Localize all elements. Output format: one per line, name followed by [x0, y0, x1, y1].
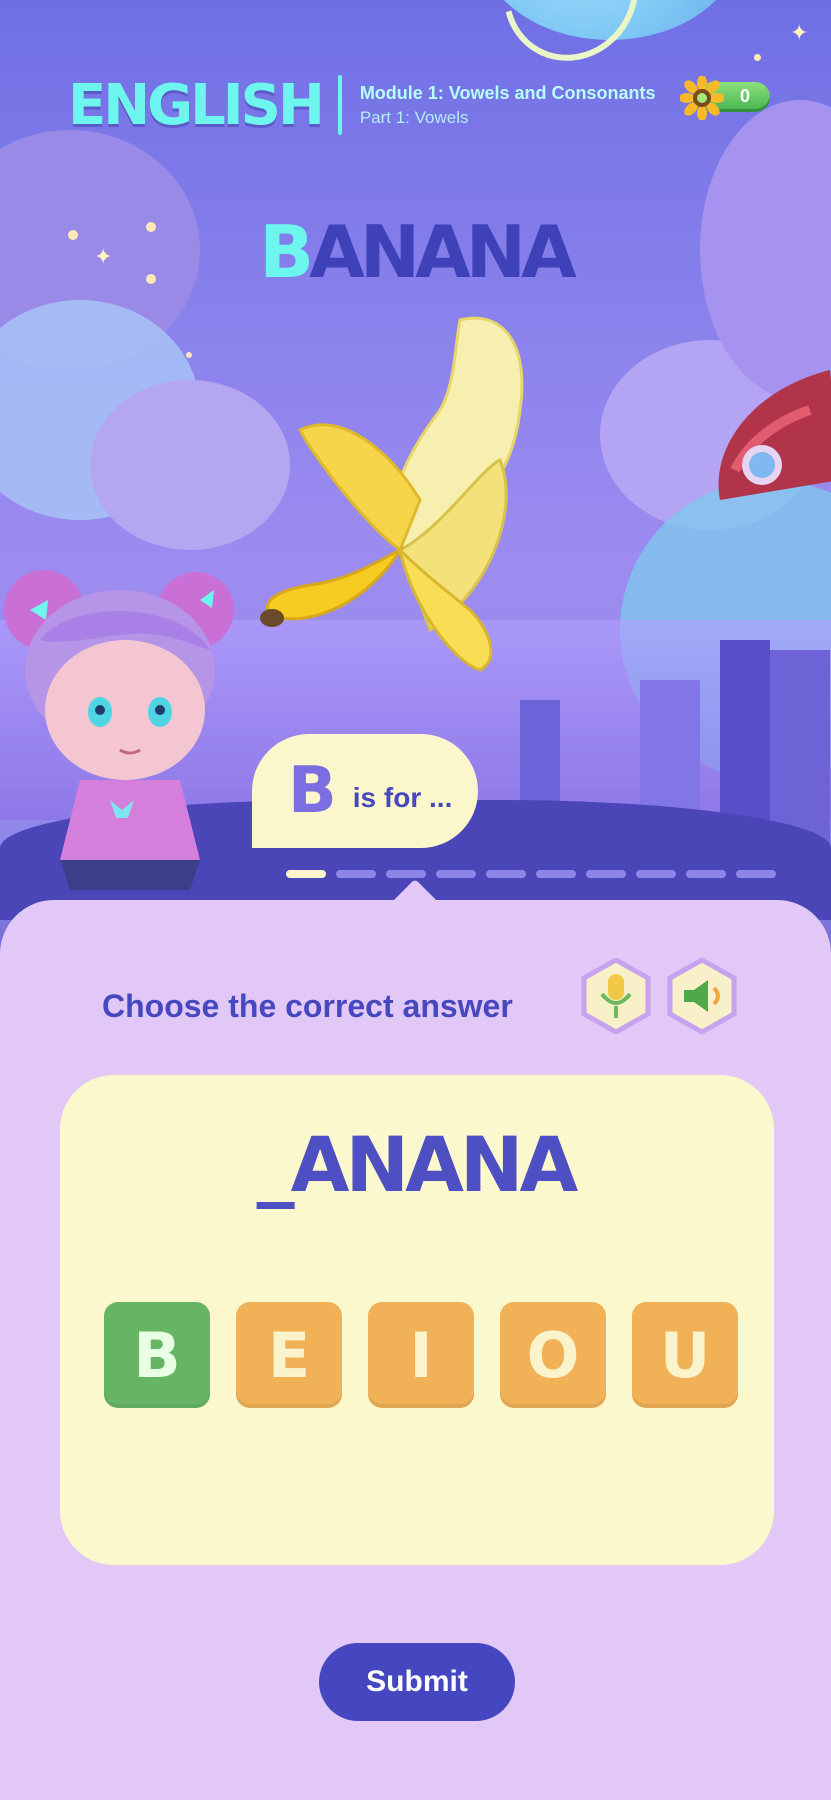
subject-title: ENGLISH	[68, 72, 325, 138]
star-dot	[754, 54, 761, 61]
progress-step	[736, 870, 776, 878]
star-dot	[186, 352, 192, 358]
character-illustration	[4, 570, 234, 890]
submit-button[interactable]: Submit	[319, 1643, 515, 1721]
choice-e[interactable]: E	[236, 1302, 342, 1408]
progress-step	[486, 870, 526, 878]
progress-step	[686, 870, 726, 878]
progress-step-current	[286, 870, 326, 878]
choice-i[interactable]: I	[368, 1302, 474, 1408]
speaker-button[interactable]	[666, 957, 738, 1035]
progress-step	[436, 870, 476, 878]
speech-bubble: B is for ...	[252, 734, 478, 848]
choice-b[interactable]: B	[104, 1302, 210, 1408]
puzzle-word: _ANANA	[256, 1120, 579, 1209]
app-screen: ✦ ✦ ENGLISH Module 1: Vowels and Consona…	[0, 0, 831, 1800]
sunflower-coin-icon	[680, 76, 724, 120]
progress-step	[536, 870, 576, 878]
microphone-icon	[581, 957, 651, 1035]
banana-illustration	[260, 316, 524, 672]
coin-counter: 0	[680, 76, 776, 120]
breadcrumb: Module 1: Vowels and Consonants Part 1: …	[360, 83, 656, 128]
part-title: Part 1: Vowels	[359, 107, 469, 127]
choice-o[interactable]: O	[500, 1302, 606, 1408]
choice-u[interactable]: U	[632, 1302, 738, 1408]
progress-step	[336, 870, 376, 878]
speaker-icon	[667, 957, 737, 1035]
target-word-first-letter: B	[259, 210, 314, 294]
microphone-button[interactable]	[580, 957, 652, 1035]
target-word: BANANA	[0, 210, 831, 294]
header: ENGLISH Module 1: Vowels and Consonants …	[68, 70, 768, 140]
progress-step	[586, 870, 626, 878]
coin-count: 0	[740, 86, 751, 106]
progress-step	[636, 870, 676, 878]
bubble-letter: B	[288, 754, 337, 828]
instruction-text: Choose the correct answer	[102, 988, 513, 1024]
choice-list: B E I O U	[104, 1302, 738, 1408]
bubble-text: is for ...	[352, 782, 453, 813]
rocket-illustration	[718, 370, 831, 500]
star-icon: ✦	[790, 20, 809, 45]
module-title: Module 1: Vowels and Consonants	[359, 82, 656, 103]
progress-step	[386, 870, 426, 878]
target-word-rest: ANANA	[309, 210, 577, 294]
progress-indicator	[286, 870, 776, 878]
header-divider	[337, 75, 342, 135]
